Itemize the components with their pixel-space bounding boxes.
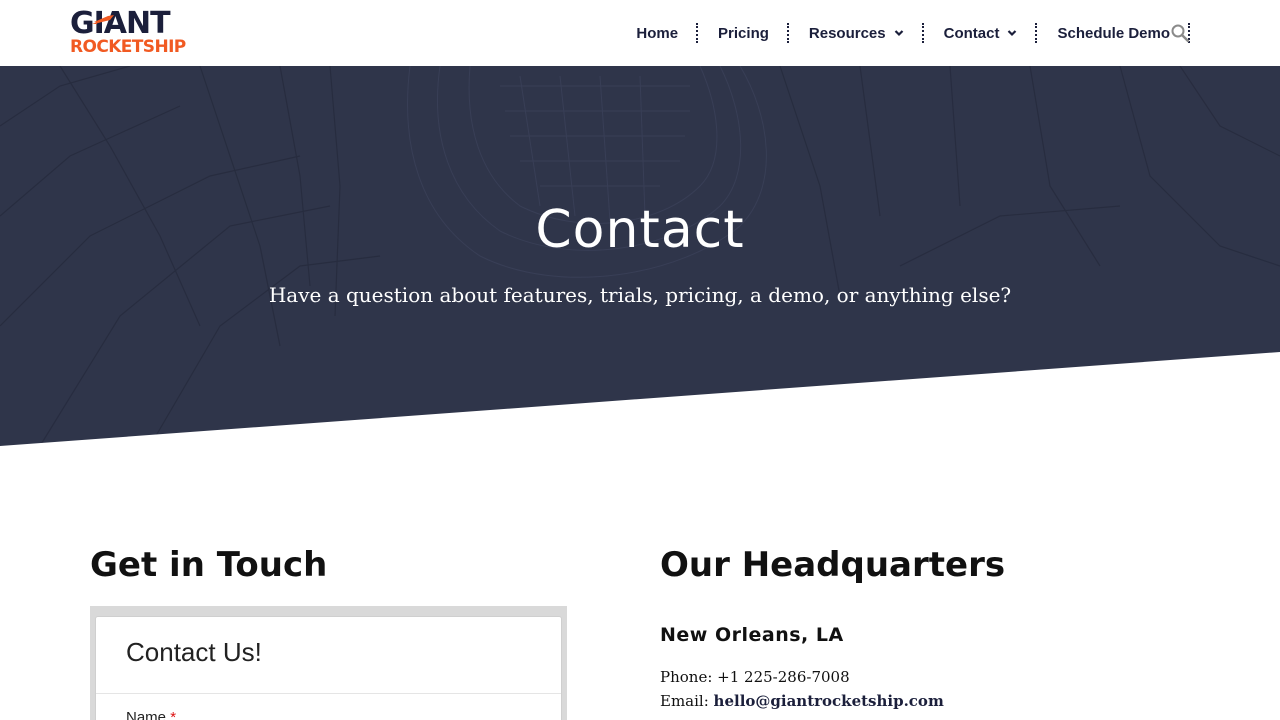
hero-banner: Contact Have a question about features, …	[0, 66, 1280, 446]
nav-schedule-demo[interactable]: Schedule Demo	[1037, 23, 1190, 43]
hq-city: New Orleans, LA	[660, 624, 844, 646]
nav-resources-label: Resources	[808, 24, 886, 42]
nav-pricing-label: Pricing	[718, 24, 769, 42]
search-icon[interactable]	[1170, 23, 1190, 43]
name-label-text: Name	[126, 709, 167, 720]
required-marker: *	[170, 709, 177, 720]
hq-phone: Phone: +1 225-286-7008	[660, 668, 850, 686]
nav-contact[interactable]: Contact	[924, 23, 1038, 43]
phone-label: Phone:	[660, 668, 713, 686]
rocket-icon	[92, 15, 114, 24]
logo-line1: GIANT	[70, 6, 171, 41]
hq-email: Email: hello@giantrocketship.com	[660, 692, 944, 710]
nav-schedule-demo-label: Schedule Demo	[1057, 24, 1170, 42]
hero-title: Contact	[535, 200, 745, 260]
name-field-label: Name *	[126, 709, 176, 720]
nav-pricing[interactable]: Pricing	[698, 23, 789, 43]
headquarters-heading: Our Headquarters	[660, 545, 1006, 585]
nav-contact-label: Contact	[943, 24, 1000, 42]
email-link[interactable]: hello@giantrocketship.com	[714, 692, 944, 710]
phone-number: +1 225-286-7008	[717, 668, 850, 686]
form-divider	[96, 693, 561, 694]
nav-home[interactable]: Home	[616, 23, 698, 43]
giant-rocketship-logo[interactable]: GIANT ROCKETSHIP	[70, 6, 196, 58]
contact-form-frame: Contact Us! Name *	[90, 606, 567, 720]
main-nav: Home Pricing Resources Contact Schedule …	[616, 0, 1190, 66]
chevron-down-icon	[1008, 30, 1017, 37]
email-label: Email:	[660, 692, 709, 710]
contact-form: Contact Us! Name *	[95, 616, 562, 720]
nav-home-label: Home	[636, 24, 679, 42]
logo-line2: ROCKETSHIP	[70, 37, 186, 57]
site-header: GIANT ROCKETSHIP Home Pricing Resources …	[0, 0, 1280, 66]
hero-subtitle: Have a question about features, trials, …	[268, 283, 1012, 307]
chevron-down-icon	[894, 30, 903, 37]
nav-resources[interactable]: Resources	[789, 23, 924, 43]
contact-form-title: Contact Us!	[126, 637, 262, 667]
get-in-touch-heading: Get in Touch	[90, 545, 328, 585]
